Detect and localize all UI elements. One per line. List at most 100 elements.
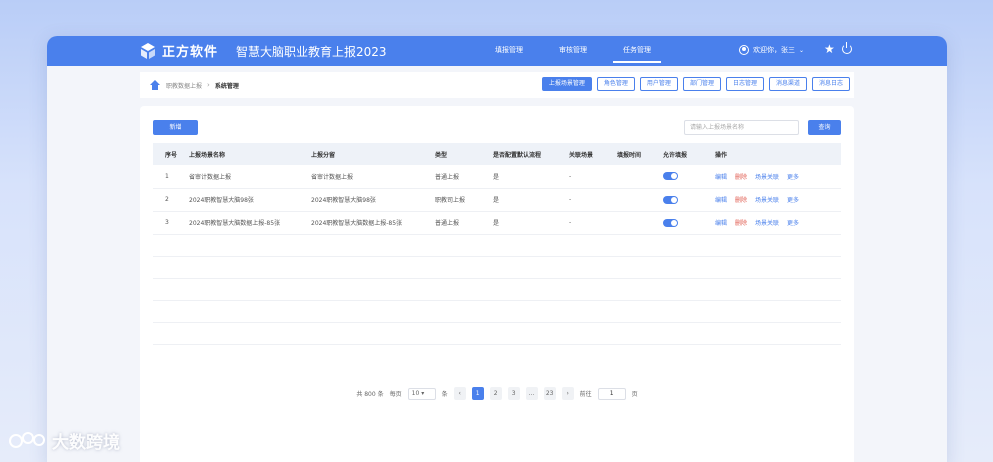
- cell-default-flow: 是: [493, 188, 569, 212]
- page-ellipsis[interactable]: ...: [525, 387, 538, 400]
- table-row: 1 省审计数据上报 省审计数据上报 普通上报 是 - 编辑 删除 场景关联 更多: [153, 165, 841, 189]
- page-button[interactable]: 3: [507, 387, 520, 400]
- empty-row: [153, 278, 841, 301]
- more-link[interactable]: 更多: [787, 197, 799, 204]
- cell-default-flow: 是: [493, 165, 569, 189]
- delete-link[interactable]: 删除: [735, 197, 747, 204]
- more-link[interactable]: 更多: [787, 174, 799, 181]
- nav-fill-management[interactable]: 填报管理: [477, 36, 541, 66]
- cube-logo-icon: [139, 42, 157, 60]
- tab-department[interactable]: 部门管理: [682, 77, 721, 91]
- cell-time: [617, 211, 663, 235]
- tab-message-channel[interactable]: 消息渠道: [768, 77, 807, 91]
- main-nav: 填报管理 审核管理 任务管理: [477, 36, 669, 66]
- more-link[interactable]: 更多: [787, 220, 799, 227]
- cell-time: [617, 188, 663, 212]
- cell-type: 职教司上报: [435, 188, 493, 212]
- nav-task-management[interactable]: 任务管理: [605, 36, 669, 66]
- cell-type: 普通上报: [435, 211, 493, 235]
- cell-actions: 编辑 删除 场景关联 更多: [715, 165, 841, 189]
- col-time: 填报时间: [617, 143, 663, 165]
- edit-link[interactable]: 编辑: [715, 174, 727, 181]
- pagination: 共 800 条 每页 10 ▾ 条 ‹ 1 2 3 ... 23 › 前往 页: [140, 387, 854, 400]
- home-icon[interactable]: [150, 80, 160, 90]
- cell-related: -: [569, 165, 617, 189]
- cell-scene-name: 省审计数据上报: [189, 165, 311, 189]
- page-button[interactable]: 23: [543, 387, 556, 400]
- empty-row: [153, 300, 841, 323]
- cell-related: -: [569, 188, 617, 212]
- cell-type: 普通上报: [435, 165, 493, 189]
- related-link[interactable]: 场景关联: [755, 220, 779, 227]
- app-window: 正方软件 智慧大脑职业教育上报2023 填报管理 审核管理 任务管理 欢迎你，张…: [47, 36, 947, 462]
- cell-index: 1: [153, 165, 189, 189]
- page-size-select[interactable]: 10 ▾: [407, 387, 436, 400]
- page-suffix: 页: [631, 391, 638, 398]
- content-panel: 新增 查询 序号 上报场景名称 上报分留 类型 是否配置默认流程 关联场景 填报…: [140, 106, 854, 462]
- related-link[interactable]: 场景关联: [755, 174, 779, 181]
- related-link[interactable]: 场景关联: [755, 197, 779, 204]
- table-row: 3 2024职教智慧大脑数据上报-85张 2024职教智慧大脑数据上报-85张 …: [153, 211, 841, 235]
- tab-report-scene[interactable]: 上报场景管理: [541, 77, 592, 91]
- search-button[interactable]: 查询: [808, 120, 841, 135]
- empty-row: [153, 256, 841, 279]
- col-allow: 允许填报: [663, 143, 715, 165]
- scene-table: 序号 上报场景名称 上报分留 类型 是否配置默认流程 关联场景 填报时间 允许填…: [153, 143, 841, 345]
- edit-link[interactable]: 编辑: [715, 197, 727, 204]
- star-icon[interactable]: ★: [824, 42, 835, 56]
- page-button[interactable]: 1: [471, 387, 484, 400]
- cell-allow: [663, 165, 715, 189]
- col-type: 类型: [435, 143, 493, 165]
- user-greeting: 欢迎你，张三: [753, 46, 795, 54]
- allow-toggle[interactable]: [663, 218, 678, 227]
- page-size-label: 每页: [389, 391, 402, 398]
- system-tabs: 上报场景管理 角色管理 用户管理 部门管理 日志管理 消息渠道 消息日志: [541, 77, 850, 91]
- next-page-icon[interactable]: ›: [561, 387, 574, 400]
- search-input[interactable]: [684, 120, 799, 135]
- cell-index: 3: [153, 211, 189, 235]
- empty-row: [153, 234, 841, 257]
- goto-label: 前往: [579, 391, 592, 398]
- col-index: 序号: [153, 143, 189, 165]
- cell-default-flow: 是: [493, 211, 569, 235]
- add-button[interactable]: 新增: [153, 120, 198, 135]
- watermark: 大数跨境: [8, 428, 120, 453]
- cell-allow: [663, 211, 715, 235]
- goto-page-input[interactable]: [597, 387, 626, 400]
- cell-time: [617, 165, 663, 189]
- nav-review-management[interactable]: 审核管理: [541, 36, 605, 66]
- page-button[interactable]: 2: [489, 387, 502, 400]
- prev-page-icon[interactable]: ‹: [453, 387, 466, 400]
- col-default-flow: 是否配置默认流程: [493, 143, 569, 165]
- tab-message-log[interactable]: 消息日志: [811, 77, 850, 91]
- delete-link[interactable]: 删除: [735, 220, 747, 227]
- cell-actions: 编辑 删除 场景关联 更多: [715, 188, 841, 212]
- brand-name: 正方软件: [162, 45, 219, 60]
- cell-index: 2: [153, 188, 189, 212]
- total-count: 共 800 条: [356, 391, 384, 398]
- tab-role[interactable]: 角色管理: [596, 77, 635, 91]
- page-size-unit: 条: [441, 391, 448, 398]
- top-navbar: 正方软件 智慧大脑职业教育上报2023 填报管理 审核管理 任务管理 欢迎你，张…: [47, 36, 947, 66]
- watermark-logo-icon: [8, 431, 48, 451]
- power-icon[interactable]: [842, 42, 852, 54]
- cell-actions: 编辑 删除 场景关联 更多: [715, 211, 841, 235]
- app-title: 智慧大脑职业教育上报2023: [236, 45, 387, 59]
- cell-related: -: [569, 211, 617, 235]
- edit-link[interactable]: 编辑: [715, 220, 727, 227]
- chevron-down-icon: ⌄: [799, 46, 805, 54]
- cell-scene-name: 2024职教智慧大脑数据上报-85张: [189, 211, 311, 235]
- user-menu[interactable]: 欢迎你，张三 ⌄: [739, 45, 804, 55]
- allow-toggle[interactable]: [663, 172, 678, 181]
- breadcrumb-separator-icon: ›: [207, 81, 210, 89]
- cell-group: 2024职教智慧大脑98张: [311, 188, 435, 212]
- breadcrumb-current: 系统管理: [214, 82, 239, 90]
- delete-link[interactable]: 删除: [735, 174, 747, 181]
- tab-log[interactable]: 日志管理: [725, 77, 764, 91]
- caret-down-icon: ▾: [421, 389, 425, 397]
- cell-scene-name: 2024职教智慧大脑98张: [189, 188, 311, 212]
- tab-user[interactable]: 用户管理: [639, 77, 678, 91]
- breadcrumb-bar: 职教数据上报 › 系统管理 上报场景管理 角色管理 用户管理 部门管理 日志管理…: [140, 72, 854, 98]
- allow-toggle[interactable]: [663, 195, 678, 204]
- breadcrumb-parent[interactable]: 职教数据上报: [166, 81, 202, 90]
